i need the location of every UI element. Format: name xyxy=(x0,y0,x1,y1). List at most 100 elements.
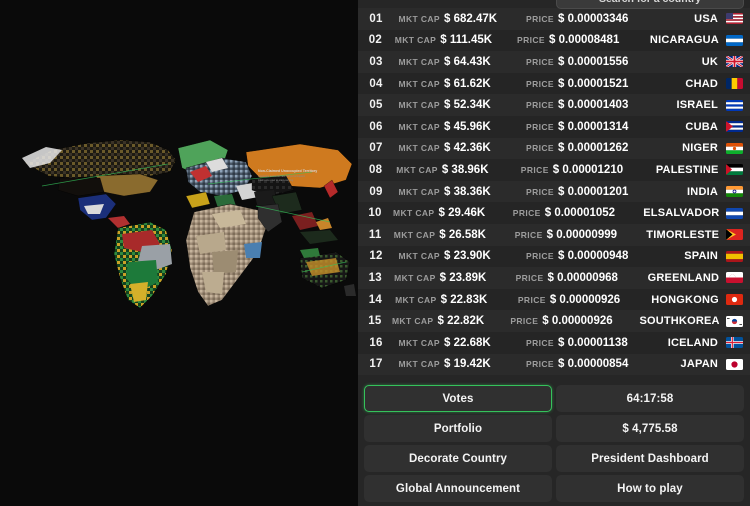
how-to-play-button[interactable]: How to play xyxy=(556,475,744,502)
flag-india-icon xyxy=(724,186,744,197)
country-name: USA xyxy=(694,13,718,25)
mkt-cap-label: MKT CAP xyxy=(390,100,440,110)
table-row[interactable]: 14MKT CAP$ 22.83KPRICE$ 0.00000926HONGKO… xyxy=(358,289,750,311)
country-name: GREENLAND xyxy=(648,272,719,284)
region-africa[interactable] xyxy=(186,204,266,306)
rank-number: 09 xyxy=(362,186,390,198)
rank-number: 02 xyxy=(362,34,389,46)
svg-text:Non-Claimed Unoccupied Territo: Non-Claimed Unoccupied Territory xyxy=(258,169,317,173)
country-name: NIGER xyxy=(682,142,718,154)
mkt-cap-value: $ 45.96K xyxy=(444,121,518,133)
country-name: HONGKONG xyxy=(651,294,719,306)
flag-timorleste-icon xyxy=(725,229,744,240)
vote-timer-button[interactable]: 64:17:58 xyxy=(556,385,744,412)
table-row[interactable]: 08MKT CAP$ 38.96KPRICE$ 0.00001210PALEST… xyxy=(358,159,750,181)
price-label: PRICE xyxy=(518,100,554,110)
mkt-cap-value: $ 23.90K xyxy=(444,250,518,262)
mkt-cap-value: $ 26.58K xyxy=(439,229,509,241)
table-row[interactable]: 13MKT CAP$ 23.89KPRICE$ 0.00000968GREENL… xyxy=(358,267,750,289)
mkt-cap-value: $ 38.96K xyxy=(442,164,514,176)
president-dashboard-button[interactable]: President Dashboard xyxy=(556,445,744,472)
price-label: PRICE xyxy=(509,230,543,240)
mkt-cap-value: $ 29.46K xyxy=(439,207,508,219)
flag-japan-icon xyxy=(724,359,744,370)
flag-israel-icon xyxy=(724,100,744,111)
mkt-cap-value: $ 22.82K xyxy=(437,315,505,327)
table-row[interactable]: 12MKT CAP$ 23.90KPRICE$ 0.00000948SPAIN xyxy=(358,246,750,268)
world-map-canvas[interactable]: Non-Claimed Unoccupied Territory Countri… xyxy=(0,0,358,506)
table-row[interactable]: 17MKT CAP$ 19.42KPRICE$ 0.00000854JAPAN xyxy=(358,354,750,376)
flag-nicaragua-icon xyxy=(725,35,744,46)
rank-number: 05 xyxy=(362,99,390,111)
rank-number: 10 xyxy=(362,207,388,219)
decorate-country-button[interactable]: Decorate Country xyxy=(364,445,552,472)
rank-number: 14 xyxy=(362,294,389,306)
portfolio-button[interactable]: Portfolio xyxy=(364,415,552,442)
mkt-cap-label: MKT CAP xyxy=(390,338,440,348)
action-button-grid: Votes64:17:58Portfolio$ 4,775.58Decorate… xyxy=(358,385,750,506)
table-row[interactable]: 07MKT CAP$ 42.36KPRICE$ 0.00001262NIGER xyxy=(358,138,750,160)
region-oceania[interactable] xyxy=(300,248,356,296)
mkt-cap-value: $ 682.47K xyxy=(444,13,518,25)
table-row[interactable]: 03MKT CAP$ 64.43KPRICE$ 0.00001556UK xyxy=(358,51,750,73)
table-row[interactable]: 11MKT CAP$ 26.58KPRICE$ 0.00000999TIMORL… xyxy=(358,224,750,246)
table-row[interactable]: 09MKT CAP$ 38.36KPRICE$ 0.00001201INDIA xyxy=(358,181,750,203)
mkt-cap-label: MKT CAP xyxy=(389,35,437,45)
mkt-cap-value: $ 22.68K xyxy=(444,337,518,349)
country-name: CUBA xyxy=(685,121,718,133)
price-value: $ 0.00008481 xyxy=(549,34,650,46)
table-row[interactable]: 06MKT CAP$ 45.96KPRICE$ 0.00001314CUBA xyxy=(358,116,750,138)
mkt-cap-value: $ 61.62K xyxy=(444,78,518,90)
flag-iceland-icon xyxy=(724,337,744,348)
rank-number: 13 xyxy=(362,272,388,284)
region-south-america[interactable] xyxy=(114,222,172,308)
search-bar-container[interactable]: Search for a country xyxy=(556,0,744,9)
table-row[interactable]: 04MKT CAP$ 61.62KPRICE$ 0.00001521CHAD xyxy=(358,73,750,95)
mkt-cap-label: MKT CAP xyxy=(388,316,434,326)
world-map-svg[interactable]: Non-Claimed Unoccupied Territory Countri… xyxy=(0,0,358,506)
votes-button[interactable]: Votes xyxy=(364,385,552,412)
price-value: $ 0.00000926 xyxy=(550,294,651,306)
rank-number: 07 xyxy=(362,142,390,154)
app-root: Non-Claimed Unoccupied Territory Countri… xyxy=(0,0,750,506)
price-label: PRICE xyxy=(511,295,545,305)
rank-number: 15 xyxy=(362,315,388,327)
rank-number: 03 xyxy=(362,56,390,68)
price-label: PRICE xyxy=(518,79,554,89)
country-name: ISRAEL xyxy=(676,99,718,111)
table-row[interactable]: 05MKT CAP$ 52.34KPRICE$ 0.00001403ISRAEL xyxy=(358,94,750,116)
price-label: PRICE xyxy=(518,14,554,24)
table-row[interactable]: 02MKT CAP$ 111.45KPRICE $ 0.00008481NICAR… xyxy=(358,30,750,52)
table-row[interactable]: 01MKT CAP$ 682.47KPRICE$ 0.00003346USA xyxy=(358,8,750,30)
country-name: NICARAGUA xyxy=(650,34,719,46)
flag-usa-icon xyxy=(724,13,744,24)
table-row[interactable]: 16MKT CAP$ 22.68KPRICE$ 0.00001138ICELAN… xyxy=(358,332,750,354)
country-spain[interactable] xyxy=(186,192,210,208)
rank-number: 08 xyxy=(362,164,389,176)
price-value: $ 0.00001556 xyxy=(558,56,664,68)
mkt-cap-value: $ 22.83K xyxy=(441,294,512,306)
price-label: PRICE xyxy=(518,122,554,132)
country-name: ICELAND xyxy=(668,337,718,349)
price-label: PRICE xyxy=(518,57,554,67)
price-value: $ 0.00000854 xyxy=(558,358,664,370)
mkt-cap-label: MKT CAP xyxy=(390,143,440,153)
price-value: $ 0.00000948 xyxy=(558,250,664,262)
mkt-cap-value: $ 64.43K xyxy=(444,56,518,68)
mkt-cap-label: MKT CAP xyxy=(390,14,440,24)
rank-number: 01 xyxy=(362,13,390,25)
rank-number: 06 xyxy=(362,121,390,133)
table-row[interactable]: 15MKT CAP$ 22.82KPRICE$ 0.00000926SOUTHK… xyxy=(358,310,750,332)
global-announcement-button[interactable]: Global Announcement xyxy=(364,475,552,502)
right-panel: Search for a country 01MKT CAP$ 682.47KP… xyxy=(358,0,750,506)
mkt-cap-value: $ 23.89K xyxy=(440,272,510,284)
price-label: PRICE xyxy=(518,251,554,261)
search-input[interactable]: Search for a country xyxy=(556,0,744,9)
price-label: PRICE xyxy=(507,208,540,218)
price-value: $ 0.00001403 xyxy=(558,99,664,111)
price-label: PRICE xyxy=(518,359,554,369)
table-row[interactable]: 10MKT CAP$ 29.46KPRICE$ 0.00001052ELSALV… xyxy=(358,202,750,224)
mkt-cap-value: $ 111.45K xyxy=(440,34,510,46)
price-label: PRICE xyxy=(511,35,545,45)
portfolio-value-button[interactable]: $ 4,775.58 xyxy=(556,415,744,442)
